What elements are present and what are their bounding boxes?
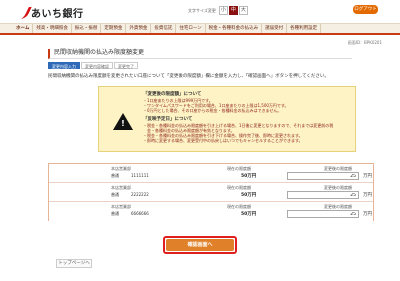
font-size-switcher: 文字サイズ変更 小 中 大 xyxy=(188,6,249,15)
account-type: 普通 xyxy=(111,192,119,197)
nav-item-transfer[interactable]: 振込・振替 xyxy=(72,24,102,33)
account-row: 本店営業部 普通 2222222 現在の限度額 50万円 変更後の限度額 万円 xyxy=(49,183,373,202)
page-title: 民間収納機関の払込み限度額変更 xyxy=(48,49,352,59)
current-limit-value: 50万円 xyxy=(241,193,257,198)
bank-logo-icon xyxy=(14,7,28,19)
top-page-link[interactable]: トップページへ xyxy=(56,259,92,268)
nav-item-foreign-deposit[interactable]: 外貨預金 xyxy=(126,24,152,33)
notice-body: 「変更後の限度額」について ・1口座あたりの上限は999万円です。 ・ワンタイム… xyxy=(143,91,351,143)
account-number: 6666666 xyxy=(131,211,149,216)
account-type: 普通 xyxy=(111,173,119,178)
current-limit-value: 50万円 xyxy=(241,212,257,217)
nav-item-notifications[interactable]: 諸届受付 xyxy=(262,24,288,33)
notice-title-date: 「反映予定日」について xyxy=(143,117,193,122)
account-number: 2222222 xyxy=(131,192,149,197)
warning-mark: ! xyxy=(121,119,125,128)
font-size-small-button[interactable]: 小 xyxy=(218,6,228,15)
limit-unit: 万円 xyxy=(363,212,372,217)
new-limit-input[interactable] xyxy=(287,191,359,199)
bank-name: あいち銀行 xyxy=(31,9,84,20)
bank-logo[interactable]: あいち銀行 xyxy=(14,5,84,20)
notice-box: ! 「変更後の限度額」について ・1口座あたりの上限は999万円です。 ・ワンタ… xyxy=(98,86,356,152)
new-limit-input[interactable] xyxy=(287,210,359,218)
notice-line: ・0万円とした場合、その口座からの税金・各種料金の払込みはできません。 xyxy=(143,108,282,113)
nav-item-investment-trust[interactable]: 投資信託 xyxy=(151,24,177,33)
nav-item-time-deposit[interactable]: 定期預金 xyxy=(101,24,127,33)
account-row: 本店営業部 普通 1111111 現在の限度額 50万円 変更後の限度額 万円 xyxy=(49,164,373,183)
step-confirm: 変更内容確認 xyxy=(81,62,113,69)
current-limit-value: 50万円 xyxy=(241,174,257,179)
notice-title-limit: 「変更後の限度額」について xyxy=(143,92,202,97)
account-branch: 本店営業部 xyxy=(111,204,131,209)
account-list: 本店営業部 普通 1111111 現在の限度額 50万円 変更後の限度額 万円 … xyxy=(48,163,374,221)
font-size-medium-button[interactable]: 中 xyxy=(228,6,238,15)
nav-item-home[interactable]: ホーム xyxy=(13,24,34,33)
step-indicator: 変更内容入力 変更内容確認 変更完了 xyxy=(48,62,139,69)
nav-item-tax-payment[interactable]: 税金・各種料金の払込み xyxy=(206,24,263,33)
logout-button[interactable]: ログアウト xyxy=(353,5,378,14)
account-branch: 本店営業部 xyxy=(111,166,131,171)
screen-id: 画面ID：BPK0201 xyxy=(347,40,382,45)
nav-item-housing-loan[interactable]: 住宅ローン xyxy=(176,24,206,33)
notice-line: ・即時に変更する場合、変更受付中の払戻しはいつでもキャンセルすることができます。 xyxy=(143,138,303,143)
current-limit-label: 現在の限度額 xyxy=(227,166,251,171)
nav-item-settings[interactable]: 各種利用設定 xyxy=(287,24,322,33)
font-size-label: 文字サイズ変更 xyxy=(188,7,216,13)
font-size-large-button[interactable]: 大 xyxy=(238,6,248,15)
account-number: 1111111 xyxy=(131,173,149,178)
nav-item-balance[interactable]: 残高・明細照会 xyxy=(33,24,72,33)
current-limit-label: 現在の限度額 xyxy=(227,204,251,209)
header: あいち銀行 文字サイズ変更 小 中 大 ログアウト xyxy=(0,0,400,22)
account-row: 本店営業部 普通 6666666 現在の限度額 50万円 変更後の限度額 万円 xyxy=(49,202,373,221)
step-input: 変更内容入力 xyxy=(48,62,80,69)
confirm-button-label: 確認画面へ xyxy=(166,239,234,251)
account-type: 普通 xyxy=(111,211,119,216)
new-limit-input[interactable] xyxy=(287,172,359,180)
confirm-button[interactable]: 確認画面へ xyxy=(163,236,237,254)
current-limit-label: 現在の限度額 xyxy=(227,185,251,190)
limit-unit: 万円 xyxy=(363,174,372,179)
limit-unit: 万円 xyxy=(363,193,372,198)
global-nav: ホーム 残高・明細照会 振込・振替 定期預金 外貨預金 投資信託 住宅ローン 税… xyxy=(0,23,400,35)
intro-text: 民間収納機関の払込み限度額を変更されたい口座について「変更後の限度額」欄に金額を… xyxy=(48,74,329,79)
account-branch: 本店営業部 xyxy=(111,185,131,190)
step-complete: 変更完了 xyxy=(114,62,138,69)
